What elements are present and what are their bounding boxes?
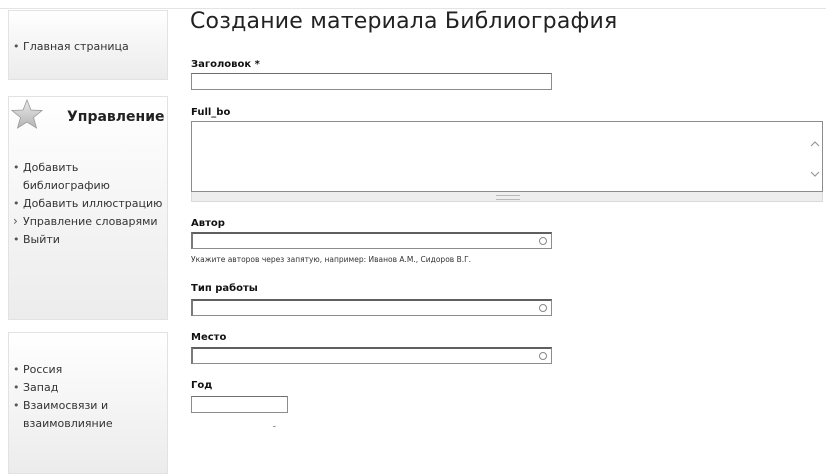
year-input[interactable] xyxy=(191,396,288,413)
admin-menu: • Добавить библиографию • Добавить иллюс… xyxy=(11,159,163,249)
admin-block-title: Управление xyxy=(67,109,165,125)
work-type-label: Тип работы xyxy=(191,283,258,294)
regions-menu: • Россия • Запад • Взаимосвязи и взаимов… xyxy=(11,361,163,433)
year-label: Год xyxy=(191,380,213,391)
navigation-menu: • Главная страница xyxy=(11,38,163,56)
sidebar-item-logout[interactable]: • Выйти xyxy=(11,231,163,249)
sidebar-navigation-block: • Главная страница xyxy=(8,10,168,80)
sidebar-item-russia[interactable]: • Россия xyxy=(11,361,163,379)
sidebar-item-interrelations[interactable]: • Взаимосвязи и взаимовлияние xyxy=(11,397,163,433)
scroll-up-icon[interactable] xyxy=(810,140,820,148)
bullet-icon: • xyxy=(13,161,20,174)
bullet-icon: • xyxy=(13,197,20,210)
author-label: Автор xyxy=(191,218,225,229)
work-type-input[interactable] xyxy=(191,299,552,316)
full-bo-label: Full_bo xyxy=(191,107,231,118)
full-bo-textarea[interactable] xyxy=(191,121,823,192)
sidebar-regions-block: • Россия • Запад • Взаимосвязи и взаимов… xyxy=(8,332,168,474)
sidebar-admin-block: Управление • Добавить библиографию • Доб… xyxy=(8,96,168,320)
scroll-down-icon[interactable] xyxy=(810,170,820,178)
top-border xyxy=(0,0,826,9)
sidebar-item-label[interactable]: Россия xyxy=(23,363,62,376)
cutoff-fragment: ˘ xyxy=(272,426,277,436)
bullet-icon: • xyxy=(13,381,20,394)
textarea-resize-grip[interactable] xyxy=(191,192,823,202)
sidebar-item-label[interactable]: Выйти xyxy=(23,233,60,246)
title-field-input[interactable] xyxy=(191,73,552,90)
autocomplete-throbber-icon xyxy=(539,304,547,312)
autocomplete-throbber-icon xyxy=(539,352,547,360)
bullet-icon: • xyxy=(13,233,20,246)
sidebar-item-label[interactable]: Взаимосвязи и взаимовлияние xyxy=(23,399,113,430)
bullet-icon: • xyxy=(13,363,20,376)
bullet-icon: • xyxy=(13,40,20,53)
sidebar-item-label[interactable]: Запад xyxy=(23,381,58,394)
sidebar-item-manage-vocabularies[interactable]: › Управление словарями xyxy=(11,213,163,231)
sidebar-item-west[interactable]: • Запад xyxy=(11,379,163,397)
page-title: Создание материала Библиография xyxy=(190,9,618,34)
sidebar-item-home[interactable]: • Главная страница xyxy=(11,38,163,56)
bullet-icon: • xyxy=(13,399,20,412)
author-input[interactable] xyxy=(191,232,552,249)
title-field-label: Заголовок * xyxy=(191,59,260,70)
author-description: Укажите авторов через запятую, например:… xyxy=(191,255,472,264)
star-icon xyxy=(11,99,43,129)
place-input[interactable] xyxy=(191,347,552,364)
chevron-right-icon: › xyxy=(13,214,18,228)
place-label: Место xyxy=(191,332,227,343)
grip-handle-icon xyxy=(496,195,520,200)
autocomplete-throbber-icon xyxy=(539,237,547,245)
sidebar-item-label[interactable]: Добавить иллюстрацию xyxy=(23,197,162,210)
sidebar-item-label[interactable]: Добавить библиографию xyxy=(23,161,110,192)
sidebar-item-label[interactable]: Управление словарями xyxy=(23,215,158,228)
sidebar-item-add-bibliography[interactable]: • Добавить библиографию xyxy=(11,159,163,195)
sidebar-item-label[interactable]: Главная страница xyxy=(23,40,129,53)
sidebar-item-add-illustration[interactable]: • Добавить иллюстрацию xyxy=(11,195,163,213)
